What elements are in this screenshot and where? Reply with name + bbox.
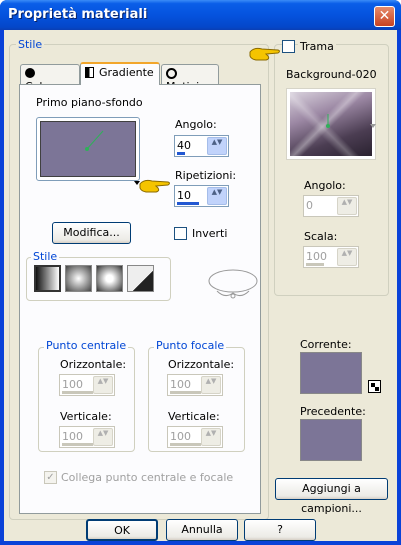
focal-point-label: Punto focale: [154, 339, 227, 352]
center-horizontal-spinner[interactable]: 100 ▲▼: [59, 374, 115, 396]
gradient-style-label: Stile: [31, 250, 60, 263]
focal-vertical-spinner[interactable]: 100 ▲▼: [167, 426, 223, 448]
style-rectangular-button[interactable]: [65, 265, 92, 292]
gradient-direction-indicator: [85, 130, 104, 151]
gradient-preview[interactable]: [36, 117, 140, 181]
watermark-logo: [208, 269, 258, 299]
dialog-window: Proprietà materiali ✕ Stile Colore Gradi…: [0, 0, 401, 545]
current-color-swatch[interactable]: [300, 352, 362, 394]
gradient-tab-panel: Primo piano-sfondo Angolo: 40 ▲▼ Ripetiz…: [19, 84, 261, 514]
spin-arrows-icon[interactable]: ▲▼: [337, 197, 357, 215]
spin-arrows-icon[interactable]: ▲▼: [93, 428, 113, 446]
dialog-client: Stile Colore Gradiente Motivi Primo pian…: [4, 30, 397, 541]
invert-checkbox[interactable]: [174, 227, 187, 240]
texture-swatch: [290, 92, 372, 156]
texture-angle-label: Angolo:: [304, 179, 346, 192]
texture-name: Background-020: [286, 68, 377, 81]
invert-label: Inverti: [192, 227, 228, 240]
texture-preview[interactable]: [286, 88, 376, 160]
texture-checkbox[interactable]: [282, 40, 295, 53]
center-vertical-level-bar: [62, 443, 93, 446]
texture-scale-label: Scala:: [304, 230, 338, 243]
help-button[interactable]: ?: [244, 519, 316, 541]
focal-vertical-level-bar: [170, 443, 201, 446]
link-points-checkbox[interactable]: ✓: [44, 471, 57, 484]
current-label: Corrente:: [300, 338, 352, 351]
pointer-hand-icon: [249, 47, 280, 61]
focal-vertical-label: Verticale:: [168, 410, 220, 423]
cancel-button[interactable]: Annulla: [166, 519, 238, 541]
texture-label: Trama: [298, 40, 336, 53]
texture-angle-spinner[interactable]: 0 ▲▼: [303, 195, 359, 217]
angle-spinner[interactable]: 40 ▲▼: [174, 135, 229, 157]
window-title: Proprietà materiali: [8, 7, 148, 22]
center-vertical-spinner[interactable]: 100 ▲▼: [59, 426, 115, 448]
texture-direction-indicator: [326, 114, 330, 128]
dropdown-arrow-icon[interactable]: [370, 124, 376, 128]
link-points-label: Collega punto centrale e focale: [61, 471, 234, 484]
previous-label: Precedente:: [300, 405, 366, 418]
stile-group-label: Stile: [16, 38, 45, 51]
center-horizontal-level-bar: [62, 391, 93, 394]
pattern-icon: [166, 68, 177, 79]
add-to-swatches-button[interactable]: Aggiungi a campioni...: [275, 478, 388, 515]
texture-scale-level-bar: [306, 263, 324, 266]
tab-motivi[interactable]: Motivi: [161, 64, 219, 93]
style-sunburst-button[interactable]: [96, 265, 123, 292]
modify-button[interactable]: Modifica...: [52, 222, 131, 244]
repeat-label: Ripetizioni:: [175, 169, 237, 182]
center-point-label: Punto centrale: [44, 339, 129, 352]
spin-arrows-icon[interactable]: ▲▼: [201, 428, 221, 446]
previous-color-swatch[interactable]: [300, 419, 362, 461]
angle-label: Angolo:: [175, 118, 217, 131]
tab-colore[interactable]: Colore: [20, 64, 80, 93]
spin-arrows-icon[interactable]: ▲▼: [201, 376, 221, 394]
swap-icon[interactable]: [368, 380, 381, 393]
texture-scale-spinner[interactable]: 100 ▲▼: [303, 246, 359, 268]
title-bar[interactable]: Proprietà materiali ✕: [0, 0, 401, 30]
gradient-swatch: [40, 121, 136, 177]
center-horizontal-label: Orizzontale:: [60, 358, 127, 371]
focal-horizontal-spinner[interactable]: 100 ▲▼: [167, 374, 223, 396]
gradient-section-label: Primo piano-sfondo: [36, 96, 143, 109]
close-button[interactable]: ✕: [374, 6, 395, 27]
color-dot-icon: [25, 68, 35, 78]
spin-arrows-icon[interactable]: ▲▼: [207, 187, 227, 205]
spin-arrows-icon[interactable]: ▲▼: [337, 248, 357, 266]
focal-horizontal-level-bar: [170, 391, 201, 394]
tab-gradiente[interactable]: Gradiente: [80, 62, 160, 85]
repeat-level-bar: [177, 202, 199, 205]
spin-arrows-icon[interactable]: ▲▼: [207, 137, 227, 155]
focal-horizontal-label: Orizzontale:: [168, 358, 235, 371]
style-radial-button[interactable]: [127, 265, 154, 292]
gradient-icon: [85, 67, 94, 78]
ok-button[interactable]: OK: [86, 519, 158, 541]
repeat-spinner[interactable]: 10 ▲▼: [174, 185, 229, 207]
spin-arrows-icon[interactable]: ▲▼: [93, 376, 113, 394]
center-vertical-label: Verticale:: [60, 410, 112, 423]
pointer-hand-icon: [139, 179, 170, 193]
angle-level-bar: [177, 152, 185, 155]
style-linear-button[interactable]: [34, 265, 61, 292]
